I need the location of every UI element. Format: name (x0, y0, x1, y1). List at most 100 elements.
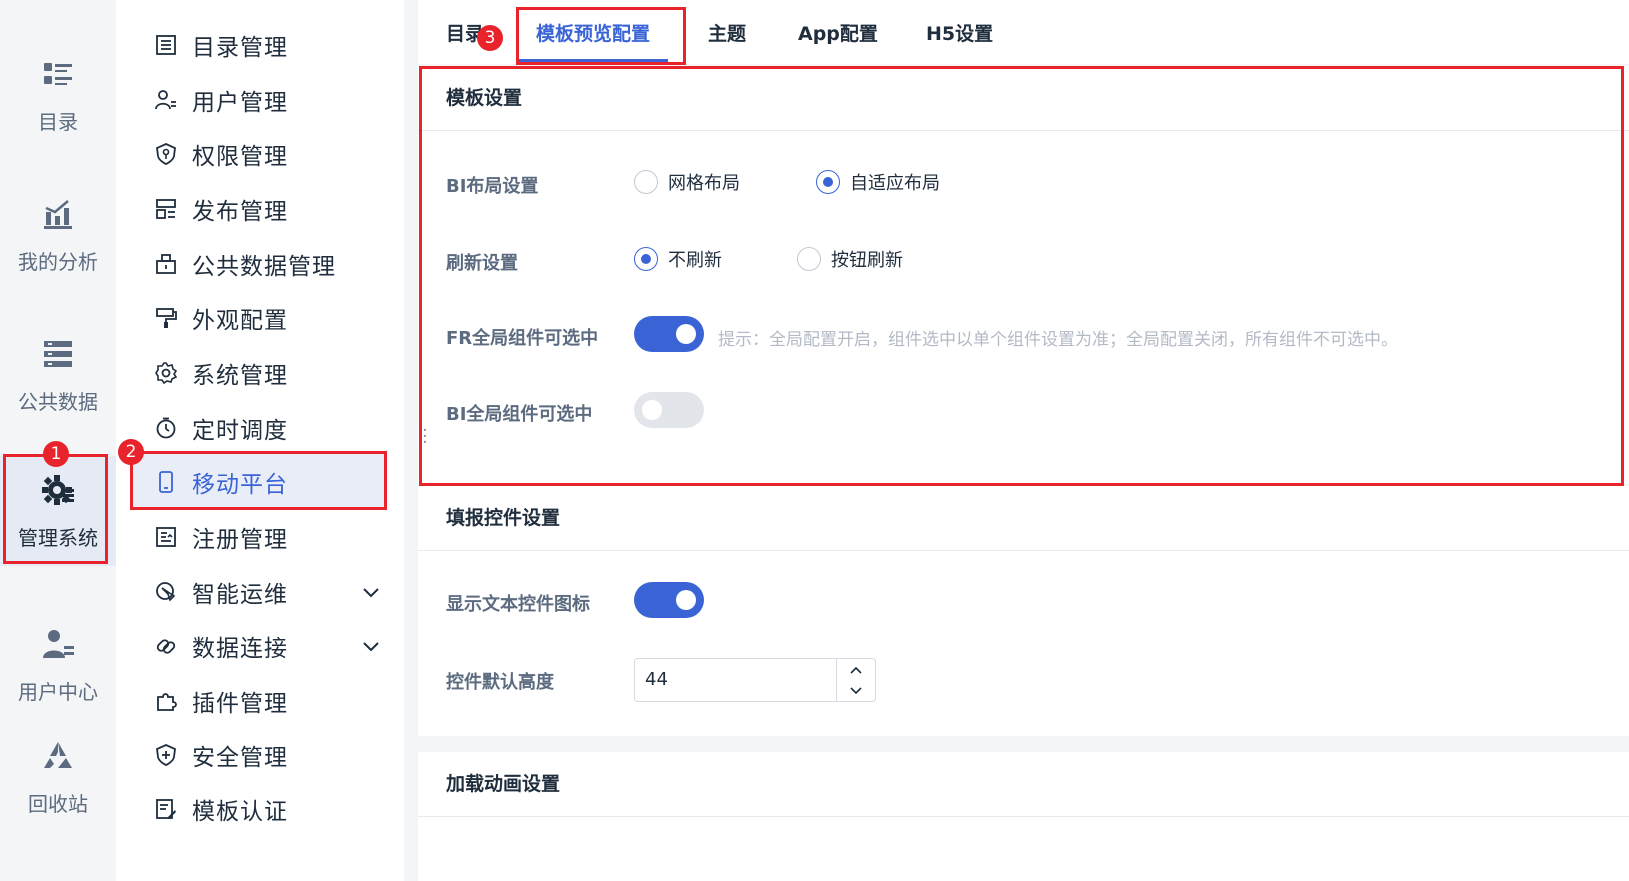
radio-circle (816, 170, 840, 194)
radio-adaptive-layout[interactable]: 自适应布局 (816, 169, 940, 195)
section-title: 加载动画设置 (418, 752, 1629, 817)
tab-bar: 目录 模板预览配置 主题 App配置 H5设置 (418, 0, 1629, 64)
main-content: 目录 模板预览配置 主题 App配置 H5设置 模板设置 BI布局设置 网格布局… (418, 0, 1629, 881)
step-badge-2: 2 (118, 439, 144, 465)
show-text-icon-label: 显示文本控件图标 (446, 594, 590, 615)
rail-item-catalog[interactable]: 目录 (0, 40, 116, 150)
step-badge-1: 1 (43, 441, 69, 467)
section-title: 模板设置 (418, 66, 1629, 131)
nav-item-user-manage[interactable]: 用户管理 (118, 72, 404, 128)
nav-item-template-cert[interactable]: 模板认证 (118, 781, 404, 837)
publish-icon (154, 197, 178, 221)
radio-button-refresh[interactable]: 按钮刷新 (797, 246, 903, 272)
default-height-stepper[interactable]: 44 (634, 658, 876, 702)
rail-item-admin[interactable]: 管理系统 (0, 456, 116, 566)
radio-grid-layout[interactable]: 网格布局 (634, 169, 740, 195)
rail-item-user-center[interactable]: 用户中心 (0, 610, 116, 720)
nav-item-publish[interactable]: 发布管理 (118, 181, 404, 237)
bi-layout-row: BI布局设置 网格布局 自适应布局 (418, 164, 1629, 204)
fr-selectable-row: FR全局组件可选中 提示：全局配置开启，组件选中以单个组件设置为准；全局配置关闭… (418, 316, 1629, 356)
nav-item-schedule[interactable]: 定时调度 (118, 400, 404, 456)
radio-circle (797, 247, 821, 271)
fr-selectable-label: FR全局组件可选中 (446, 328, 599, 349)
nav-item-smart-ops[interactable]: 智能运维 (118, 564, 404, 620)
public-data-icon (154, 252, 178, 276)
nav-item-label: 目录管理 (192, 35, 288, 61)
admin-subnav: 目录管理 用户管理 权限管理 发布管理 公共数据管理 外观配置 系统管理 定时调… (118, 0, 404, 881)
rail-label: 管理系统 (18, 525, 98, 550)
user-manage-icon (154, 88, 178, 112)
chevron-down-icon[interactable] (360, 635, 382, 657)
list-icon (154, 33, 178, 57)
rail-label: 我的分析 (18, 249, 98, 274)
rail-label: 用户中心 (18, 679, 98, 704)
default-height-row: 控件默认高度 44 (418, 658, 1629, 702)
show-text-icon-toggle[interactable] (634, 582, 704, 618)
nav-item-appearance[interactable]: 外观配置 (118, 290, 404, 346)
nav-item-register[interactable]: 注册管理 (118, 509, 404, 565)
fr-selectable-toggle[interactable] (634, 316, 704, 352)
radio-circle (634, 247, 658, 271)
nav-item-label: 公共数据管理 (192, 254, 336, 280)
paint-roller-icon (154, 306, 178, 330)
plugin-icon (154, 689, 178, 713)
bi-layout-label: BI布局设置 (446, 176, 539, 197)
nav-item-public-data-manage[interactable]: 公共数据管理 (118, 236, 404, 292)
chevron-down-icon[interactable] (360, 581, 382, 603)
section-title: 填报控件设置 (418, 486, 1629, 551)
nav-item-catalog-manage[interactable]: 目录管理 (118, 17, 404, 73)
rail-label: 目录 (38, 109, 78, 134)
step-badge-3: 3 (477, 25, 503, 51)
database-icon (40, 336, 76, 372)
fill-controls-panel: 填报控件设置 显示文本控件图标 控件默认高度 44 (418, 486, 1629, 736)
nav-item-label: 外观配置 (192, 308, 288, 334)
refresh-row: 刷新设置 不刷新 按钮刷新 (418, 241, 1629, 281)
radio-label: 不刷新 (668, 250, 722, 271)
default-height-label: 控件默认高度 (446, 672, 554, 693)
nav-item-data-connection[interactable]: 数据连接 (118, 618, 404, 674)
chevron-up-icon[interactable] (837, 659, 875, 680)
chevron-down-icon[interactable] (837, 680, 875, 701)
bi-selectable-row: BI全局组件可选中 (418, 392, 1629, 432)
nav-item-permission[interactable]: 权限管理 (118, 126, 404, 182)
nav-item-plugin[interactable]: 插件管理 (118, 673, 404, 729)
ops-icon (154, 580, 178, 604)
nav-item-mobile-platform[interactable]: 移动平台 (130, 454, 384, 510)
tab-theme[interactable]: 主题 (708, 0, 746, 64)
link-icon (154, 634, 178, 658)
nav-item-label: 发布管理 (192, 199, 288, 225)
stepper-buttons (836, 659, 875, 701)
nav-item-label: 系统管理 (192, 363, 288, 389)
register-icon (154, 525, 178, 549)
timer-icon (154, 416, 178, 440)
radio-label: 自适应布局 (850, 173, 940, 194)
refresh-label: 刷新设置 (446, 253, 518, 274)
tab-template-preview[interactable]: 模板预览配置 (518, 0, 668, 64)
nav-item-security[interactable]: 安全管理 (118, 727, 404, 783)
nav-item-label: 注册管理 (192, 527, 288, 553)
radio-no-refresh[interactable]: 不刷新 (634, 246, 722, 272)
tab-app-config[interactable]: App配置 (798, 0, 878, 64)
panel-divider (404, 0, 418, 881)
rail-item-recycle[interactable]: 回收站 (0, 722, 116, 832)
nav-item-label: 移动平台 (192, 472, 288, 498)
rail-label: 公共数据 (18, 389, 98, 414)
recycle-icon (40, 738, 76, 774)
rail-item-analysis[interactable]: 我的分析 (0, 180, 116, 290)
shield-key-icon (154, 142, 178, 166)
nav-item-label: 模板认证 (192, 799, 288, 825)
resize-handle[interactable]: · · · (422, 422, 428, 452)
analysis-icon (40, 196, 76, 232)
tab-h5-settings[interactable]: H5设置 (926, 0, 993, 64)
rail-item-public-data[interactable]: 公共数据 (0, 320, 116, 430)
gear-icon (40, 472, 76, 508)
certify-icon (154, 797, 178, 821)
nav-item-label: 智能运维 (192, 582, 288, 608)
settings-icon (154, 361, 178, 385)
radio-label: 按钮刷新 (831, 250, 903, 271)
nav-item-system[interactable]: 系统管理 (118, 345, 404, 401)
show-text-icon-row: 显示文本控件图标 (418, 582, 1629, 622)
template-settings-panel: 模板设置 BI布局设置 网格布局 自适应布局 刷新设置 不刷新 按钮刷新 FR全… (418, 66, 1629, 484)
nav-item-label: 定时调度 (192, 418, 288, 444)
bi-selectable-toggle[interactable] (634, 392, 704, 428)
